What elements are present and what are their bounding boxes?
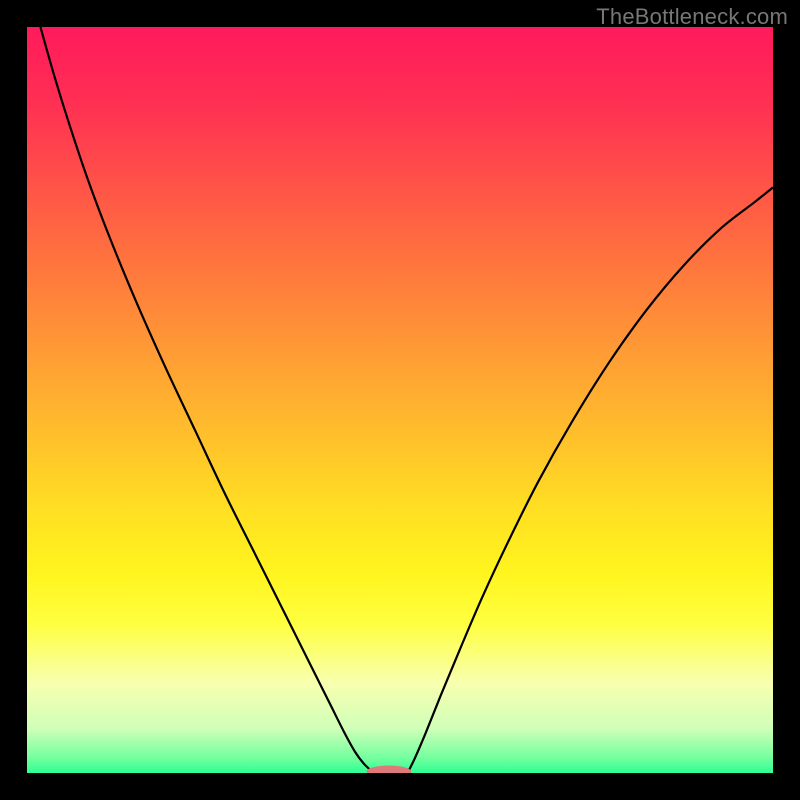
watermark-text: TheBottleneck.com: [596, 4, 788, 30]
outer-frame: TheBottleneck.com: [0, 0, 800, 800]
bottleneck-chart: [27, 27, 773, 773]
chart-background: [27, 27, 773, 773]
